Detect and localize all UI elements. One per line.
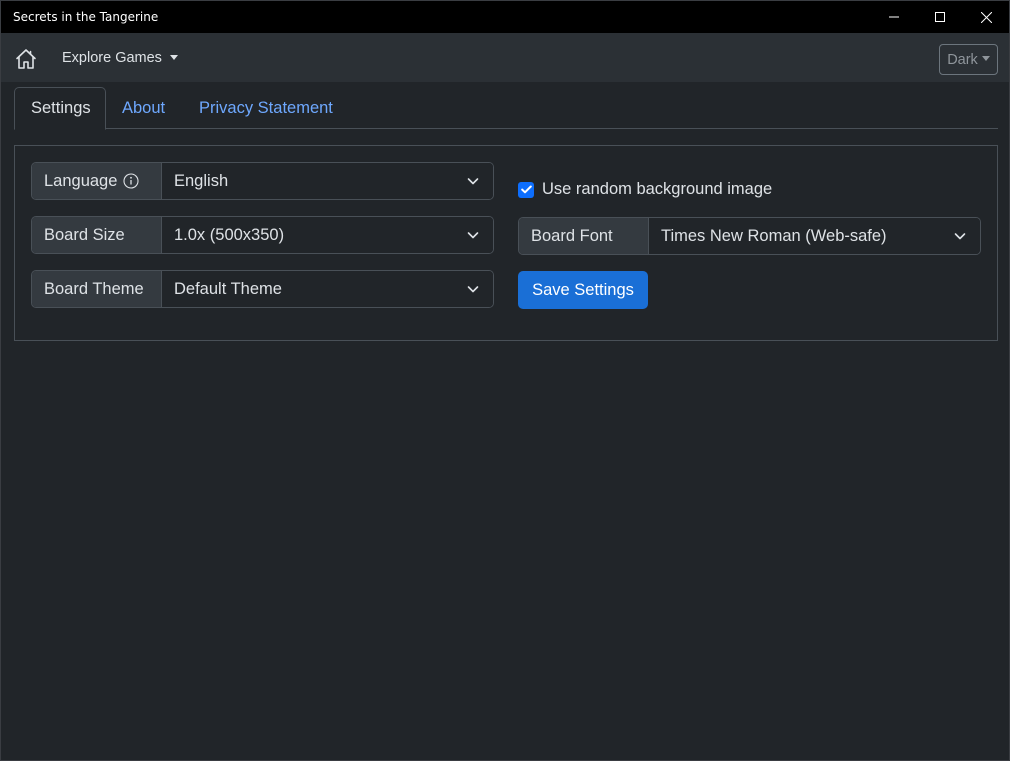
board-theme-label: Board Theme — [44, 279, 144, 298]
tab-bar: Settings About Privacy Statement — [14, 87, 998, 130]
random-background-label[interactable]: Use random background image — [542, 180, 772, 199]
chevron-down-icon — [954, 233, 966, 240]
save-settings-button[interactable]: Save Settings — [518, 271, 648, 309]
language-select[interactable]: English — [162, 163, 493, 199]
language-value: English — [174, 171, 229, 190]
caret-down-icon — [169, 54, 178, 60]
tab-settings[interactable]: Settings — [14, 87, 106, 130]
navbar: Explore Games Dark — [1, 33, 1009, 82]
board-size-value: 1.0x (500x350) — [174, 225, 285, 244]
close-icon — [980, 11, 992, 23]
chevron-down-icon — [467, 232, 479, 239]
board-font-select[interactable]: Times New Roman (Web-safe) — [649, 218, 980, 254]
minimize-icon — [889, 16, 899, 18]
board-font-label-box: Board Font — [519, 218, 649, 254]
minimize-button[interactable] — [871, 1, 917, 33]
app-window: Secrets in the Tangerine Explore Games D… — [0, 0, 1010, 761]
board-theme-select[interactable]: Default Theme — [162, 271, 493, 307]
language-group: Language English — [31, 162, 494, 200]
board-font-label: Board Font — [531, 226, 613, 245]
random-background-checkbox[interactable] — [518, 181, 534, 198]
info-icon[interactable] — [123, 173, 139, 189]
language-label-box: Language — [32, 163, 162, 199]
check-icon — [520, 185, 532, 194]
tab-settings-label: Settings — [31, 99, 91, 117]
window-controls — [871, 1, 1009, 33]
board-font-group: Board Font Times New Roman (Web-safe) — [518, 217, 981, 255]
board-size-group: Board Size 1.0x (500x350) — [31, 216, 494, 254]
explore-games-label: Explore Games — [62, 50, 162, 66]
board-size-label: Board Size — [44, 225, 125, 244]
home-button[interactable] — [14, 47, 38, 71]
theme-dropdown[interactable]: Dark — [939, 44, 998, 75]
chevron-down-icon — [467, 178, 479, 185]
title-bar: Secrets in the Tangerine — [1, 1, 1009, 33]
tab-privacy-label: Privacy Statement — [199, 98, 333, 117]
board-size-select[interactable]: 1.0x (500x350) — [162, 217, 493, 253]
caret-down-icon — [981, 56, 990, 61]
chevron-down-icon — [467, 286, 479, 293]
board-theme-label-box: Board Theme — [32, 271, 162, 307]
maximize-button[interactable] — [917, 1, 963, 33]
home-icon — [16, 49, 36, 69]
tab-about-label: About — [122, 98, 166, 117]
tab-privacy-statement[interactable]: Privacy Statement — [183, 87, 349, 129]
language-label: Language — [44, 171, 118, 190]
explore-games-dropdown[interactable]: Explore Games — [62, 50, 178, 66]
close-button[interactable] — [963, 1, 1009, 33]
board-theme-value: Default Theme — [174, 279, 282, 298]
board-font-value: Times New Roman (Web-safe) — [661, 226, 887, 245]
theme-label: Dark — [947, 51, 978, 68]
random-background-row: Use random background image — [518, 180, 772, 199]
board-size-label-box: Board Size — [32, 217, 162, 253]
settings-panel: Language English Board Size 1.0x (500x35… — [14, 145, 998, 341]
maximize-icon — [935, 12, 945, 22]
board-theme-group: Board Theme Default Theme — [31, 270, 494, 308]
window-title: Secrets in the Tangerine — [13, 10, 159, 24]
tab-about[interactable]: About — [106, 87, 181, 129]
